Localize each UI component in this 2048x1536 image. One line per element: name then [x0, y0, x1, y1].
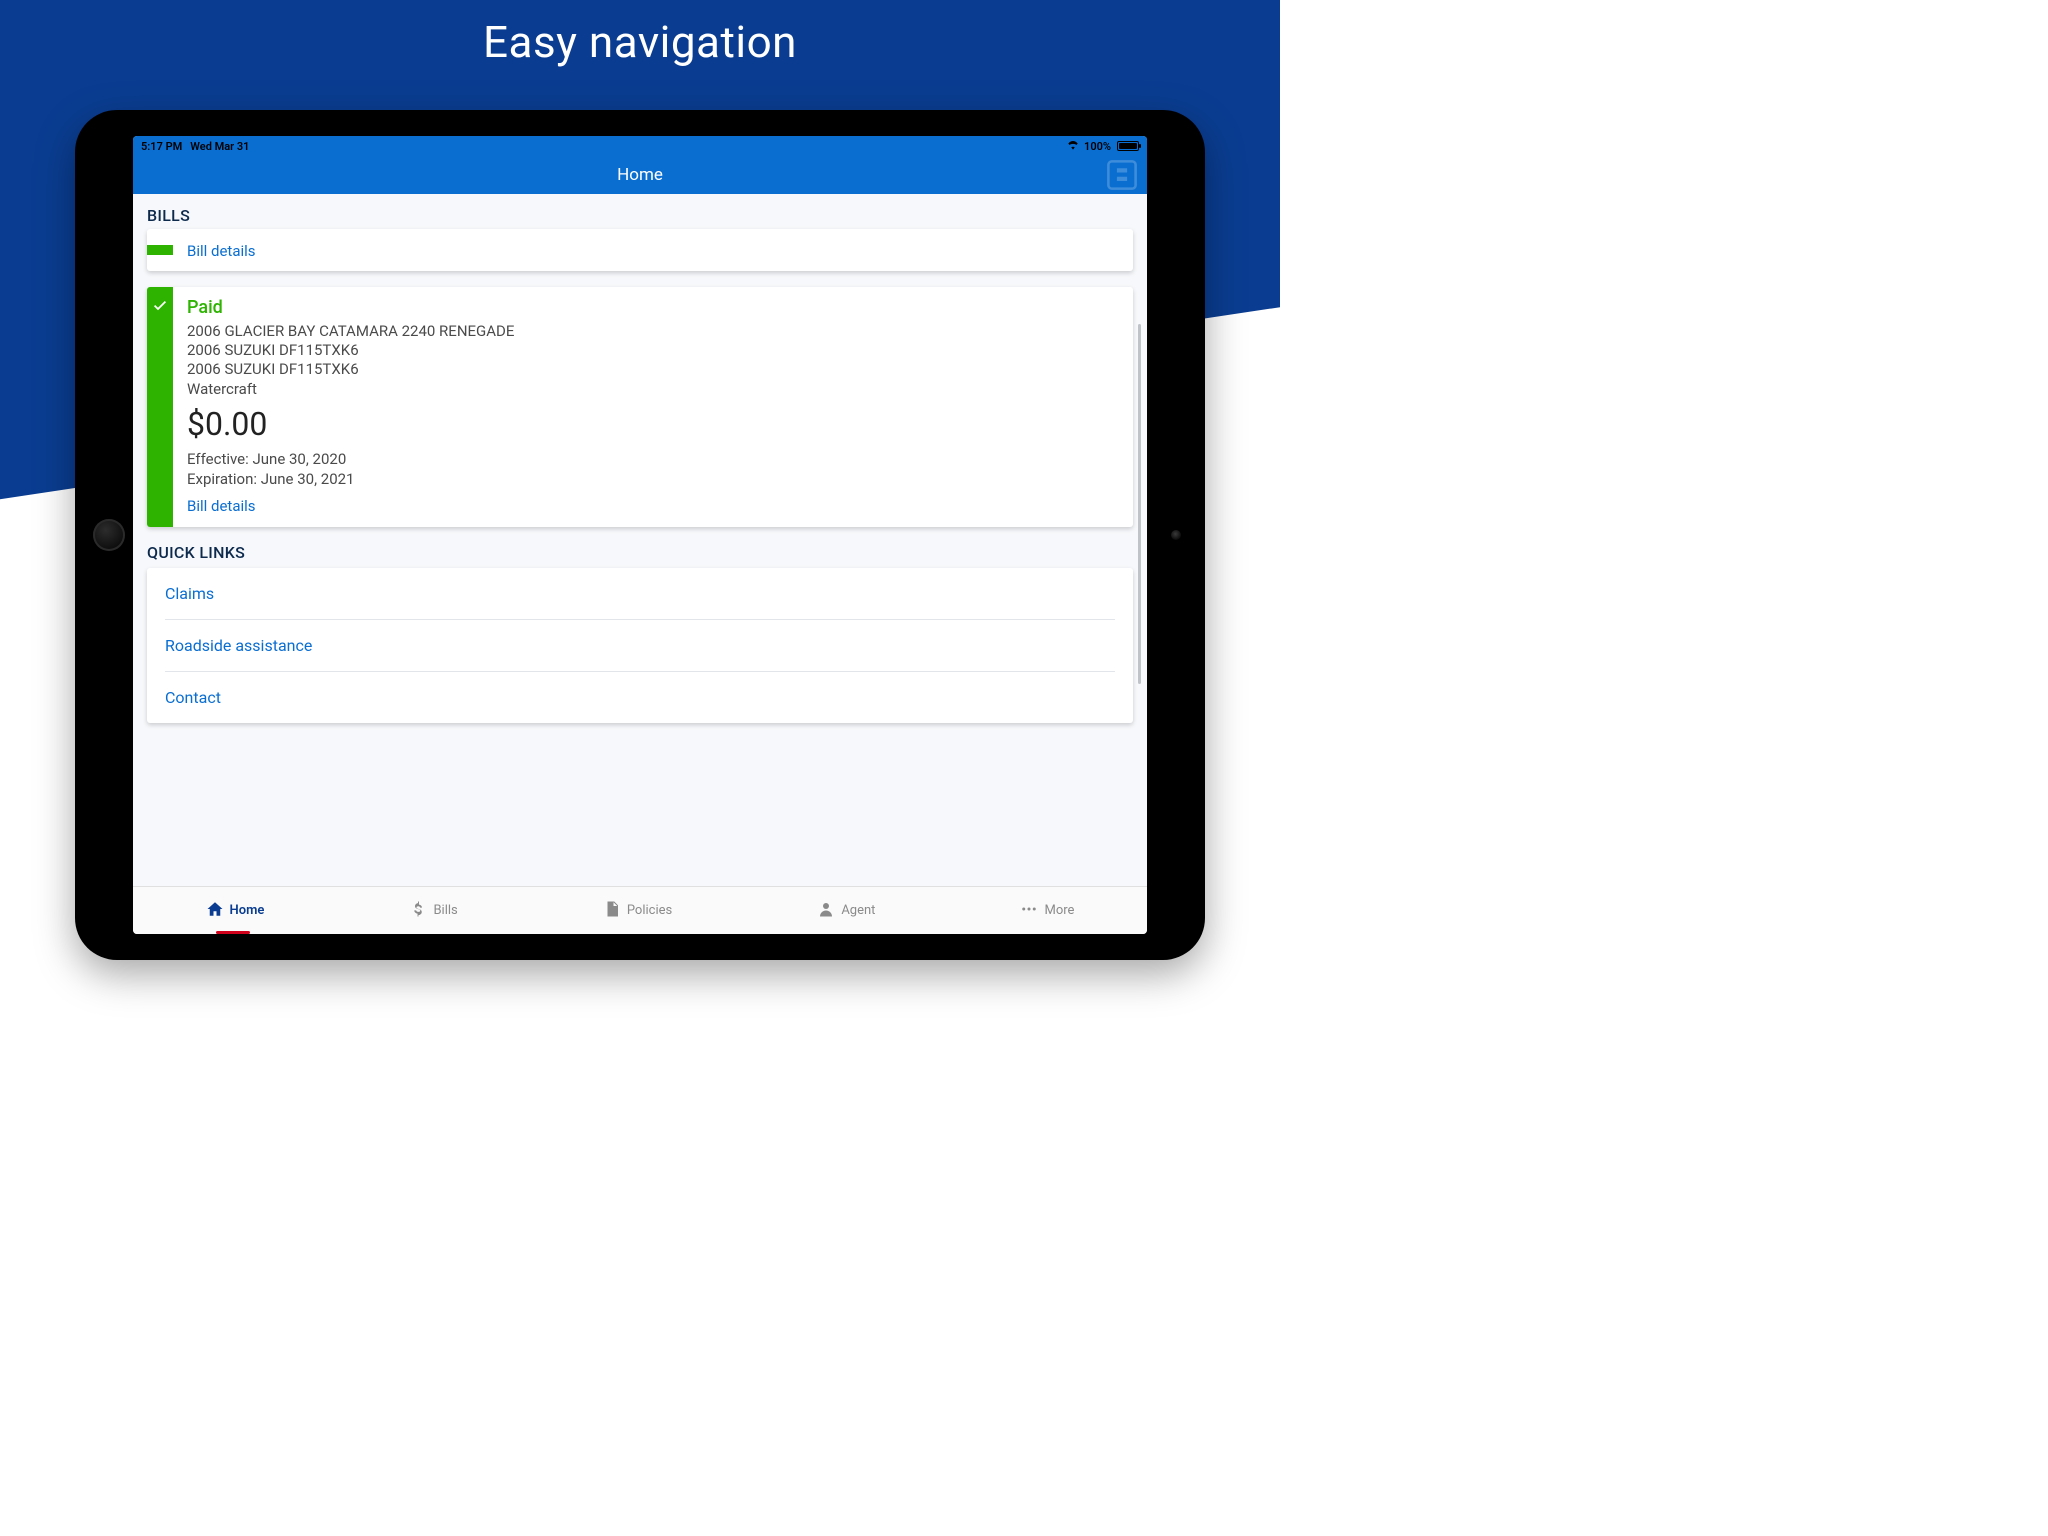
quicklink-contact[interactable]: Contact [165, 672, 1115, 723]
bills-section-title: BILLS [147, 206, 1133, 225]
bill-mini-card[interactable]: Bill details [147, 229, 1133, 271]
status-badge: Paid [187, 297, 1119, 318]
bill-paid-card[interactable]: Paid 2006 GLACIER BAY CATAMARA 2240 RENE… [147, 287, 1133, 527]
promo-title: Easy navigation [0, 16, 1280, 68]
document-icon [603, 900, 621, 922]
wifi-icon [1066, 140, 1080, 153]
tab-label: Agent [841, 903, 875, 918]
dollar-icon [409, 900, 427, 922]
status-time: 5:17 PM [141, 140, 182, 153]
tab-policies[interactable]: Policies [593, 892, 682, 930]
tab-more[interactable]: More [1010, 892, 1084, 930]
person-icon [817, 900, 835, 922]
tablet-frame: 5:17 PM Wed Mar 31 100% Home BILLS [75, 110, 1205, 960]
bill-details-link[interactable]: Bill details [187, 497, 1119, 515]
bill-details-link[interactable]: Bill details [187, 242, 256, 260]
quicklink-roadside[interactable]: Roadside assistance [165, 620, 1115, 672]
tablet-home-button [93, 519, 125, 551]
app-header: Home [133, 156, 1147, 194]
vehicle-line: 2006 SUZUKI DF115TXK6 [187, 360, 1119, 379]
tab-label: Policies [627, 903, 672, 918]
tab-label: Home [230, 903, 265, 918]
battery-percent: 100% [1084, 140, 1111, 153]
quicklink-claims[interactable]: Claims [165, 568, 1115, 620]
battery-icon [1117, 141, 1139, 151]
status-stripe [147, 245, 173, 255]
brand-logo-icon [1103, 156, 1141, 194]
tab-home[interactable]: Home [196, 892, 275, 930]
tablet-camera [1171, 530, 1181, 540]
status-date: Wed Mar 31 [190, 140, 249, 153]
more-icon [1020, 900, 1038, 922]
check-icon [152, 297, 168, 313]
policy-category: Watercraft [187, 380, 1119, 399]
quicklinks-section-title: QUICK LINKS [147, 543, 1133, 562]
expiration-date: Expiration: June 30, 2021 [187, 469, 1119, 489]
tab-bar: Home Bills Policies Agent More [133, 886, 1147, 934]
quicklinks-card: Claims Roadside assistance Contact [147, 568, 1133, 723]
tab-agent[interactable]: Agent [807, 892, 885, 930]
vehicle-line: 2006 SUZUKI DF115TXK6 [187, 341, 1119, 360]
effective-date: Effective: June 30, 2020 [187, 449, 1119, 469]
tab-bills[interactable]: Bills [399, 892, 467, 930]
page-title: Home [617, 165, 663, 185]
content-area[interactable]: BILLS Bill details Paid 2006 GLACIER BAY… [133, 194, 1147, 886]
status-bar: 5:17 PM Wed Mar 31 100% [133, 136, 1147, 156]
vehicle-line: 2006 GLACIER BAY CATAMARA 2240 RENEGADE [187, 322, 1119, 341]
amount-due: $0.00 [187, 405, 1119, 443]
tab-label: More [1044, 903, 1074, 918]
status-stripe [147, 287, 173, 527]
app-screen: 5:17 PM Wed Mar 31 100% Home BILLS [133, 136, 1147, 934]
scrollbar[interactable] [1138, 324, 1141, 684]
home-icon [206, 900, 224, 922]
tab-label: Bills [433, 903, 457, 918]
